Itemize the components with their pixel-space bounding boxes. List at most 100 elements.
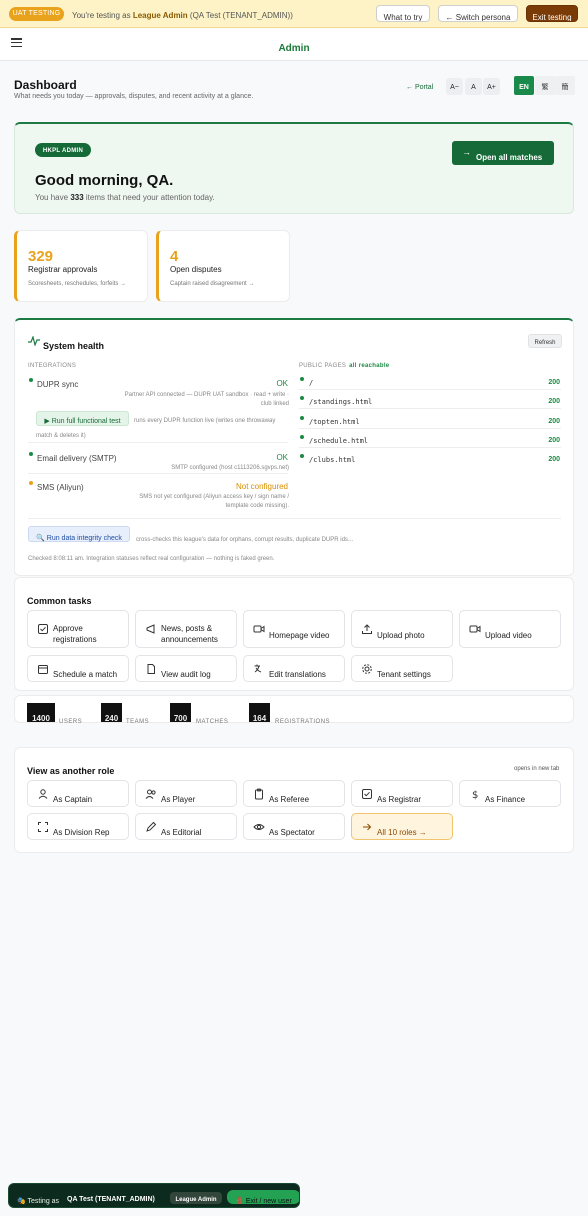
open-disputes-card[interactable]: 4 Open disputes Captain raised disagreem… [156,230,290,302]
task-view-audit-log[interactable]: View audit log [135,655,237,682]
open-all-matches-label: Open all matches [476,153,543,162]
language-traditional-button[interactable]: 繁 [535,76,555,95]
task-upload-photo[interactable]: Upload photo [351,610,453,648]
person-icon [38,789,48,799]
integration-name: Email delivery (SMTP) [37,454,117,463]
public-page-path: / [309,379,314,387]
task-approve-registrations[interactable]: Approve registrations [27,610,129,648]
integration-status: OK [276,453,288,462]
portal-link[interactable]: ← Portal [406,84,433,91]
matches-label: MATCHES [196,719,229,725]
task-upload-video[interactable]: Upload video [459,610,561,648]
task-edit-translations[interactable]: Edit translations [243,655,345,682]
stat-description: Captain raised disagreement → [170,281,255,287]
public-pages-title: PUBLIC PAGES [299,363,347,369]
users-label: USERS [59,719,83,725]
integration-status: OK [276,379,288,388]
row-divider [28,473,288,474]
font-increase-button[interactable]: A+ [483,78,500,95]
role-label: As Editorial [161,828,202,837]
public-page-path: /clubs.html [309,456,356,464]
task-news-posts[interactable]: News, posts & announcements [135,610,237,648]
app-header: Admin [0,28,588,61]
upload-icon [362,624,372,634]
what-to-try-button[interactable]: What to try [376,5,430,22]
integration-name: DUPR sync [37,380,79,389]
role-spectator-button[interactable]: As Spectator [243,813,345,840]
testing-toolbar: 🎭 Testing as QA Test (TENANT_ADMIN) Leag… [8,1183,300,1208]
font-decrease-button[interactable]: A− [446,78,463,95]
view-as-role-title: View as another role [27,766,115,776]
role-registrar-button[interactable]: As Registrar [351,780,453,807]
people-icon [145,789,156,799]
dollar-icon: $ [472,790,478,800]
role-division-rep-button[interactable]: As Division Rep [27,813,129,840]
section-divider [28,518,561,519]
checkbox-icon [362,789,372,799]
expand-icon [38,822,48,832]
run-integrity-check-button[interactable]: 🔍 Run data integrity check [28,526,130,542]
stat-label: Open disputes [170,265,222,274]
role-label: As Registrar [377,795,422,804]
megaphone-icon [146,624,155,634]
role-captain-button[interactable]: As Captain [27,780,129,807]
greeting-heading: Good morning, QA. [35,172,174,189]
uat-prefix: You're testing as [72,11,131,20]
status-dot [300,454,304,458]
task-label: Tenant settings [377,670,431,679]
uat-role: League Admin [132,11,188,20]
refresh-button[interactable]: Refresh [528,334,562,348]
role-referee-button[interactable]: As Referee [243,780,345,807]
language-simplified-button[interactable]: 簡 [555,76,575,95]
role-label: As Referee [269,795,310,804]
stat-value: 4 [170,248,179,265]
greeting-sub-suffix: items that need your attention today. [85,193,215,202]
header-title: Admin [278,43,310,54]
registrations-label: REGISTRATIONS [275,719,331,725]
pending-count: 333 [70,193,84,202]
eye-icon [253,824,265,830]
public-page-path: /standings.html [309,398,373,406]
switch-persona-button[interactable]: ← Switch persona [438,5,518,22]
task-tenant-settings[interactable]: Tenant settings [351,655,453,682]
status-dot [300,377,304,381]
integrations-label: INTEGRATIONS [28,363,77,369]
arrow-right-icon: → [462,147,471,157]
system-health-title: System health [43,341,105,351]
task-label: View audit log [161,670,211,679]
uat-banner: UAT TESTING You're testing as League Adm… [0,0,588,28]
uat-testing-pill: UAT TESTING [9,7,64,21]
task-label: Edit translations [269,670,326,679]
role-finance-button[interactable]: $ As Finance [459,780,561,807]
row-divider [28,442,288,443]
role-editorial-button[interactable]: As Editorial [135,813,237,840]
stat-description: Scoresheets, reschedules, forfeits → [28,281,127,287]
public-page-path: /topten.html [309,418,360,426]
row-divider [299,408,561,409]
role-player-button[interactable]: As Player [135,780,237,807]
integration-name: SMS (Aliyun) [37,483,84,492]
greeting-card: HKPL ADMIN Good morning, QA. You have 33… [14,122,574,214]
functional-test-note-cont: match & deletes it) [36,433,86,439]
integrity-check-note: cross-checks this league's data for orph… [136,537,354,543]
task-homepage-video[interactable]: Homepage video [243,610,345,648]
role-label: All 10 roles → [377,828,427,837]
public-page-path: /schedule.html [309,437,369,445]
font-reset-button[interactable]: A [465,78,482,95]
svg-text:$: $ [472,790,478,800]
uat-suffix: (QA Test (TENANT_ADMIN)) [189,11,293,20]
task-label: Homepage video [269,631,330,640]
all-roles-button[interactable]: All 10 roles → [351,813,453,840]
role-label: As Player [161,795,196,804]
registrar-approvals-card[interactable]: 329 Registrar approvals Scoresheets, res… [14,230,148,302]
exit-testing-button[interactable]: Exit testing [526,5,578,22]
task-schedule-match[interactable]: Schedule a match [27,655,129,682]
exit-new-user-button[interactable]: 🚪 Exit / new user [227,1190,299,1204]
language-en-button[interactable]: EN [514,76,534,95]
integration-description: SMS not yet configured (Aliyun access ke… [139,494,289,509]
testing-persona-name: QA Test (TENANT_ADMIN) [67,1196,155,1203]
run-functional-test-button[interactable]: ▶ Run full functional test [36,411,129,426]
row-divider [299,389,561,390]
open-all-matches-button[interactable]: → Open all matches [452,141,554,165]
registrations-count: 164 [249,703,270,722]
